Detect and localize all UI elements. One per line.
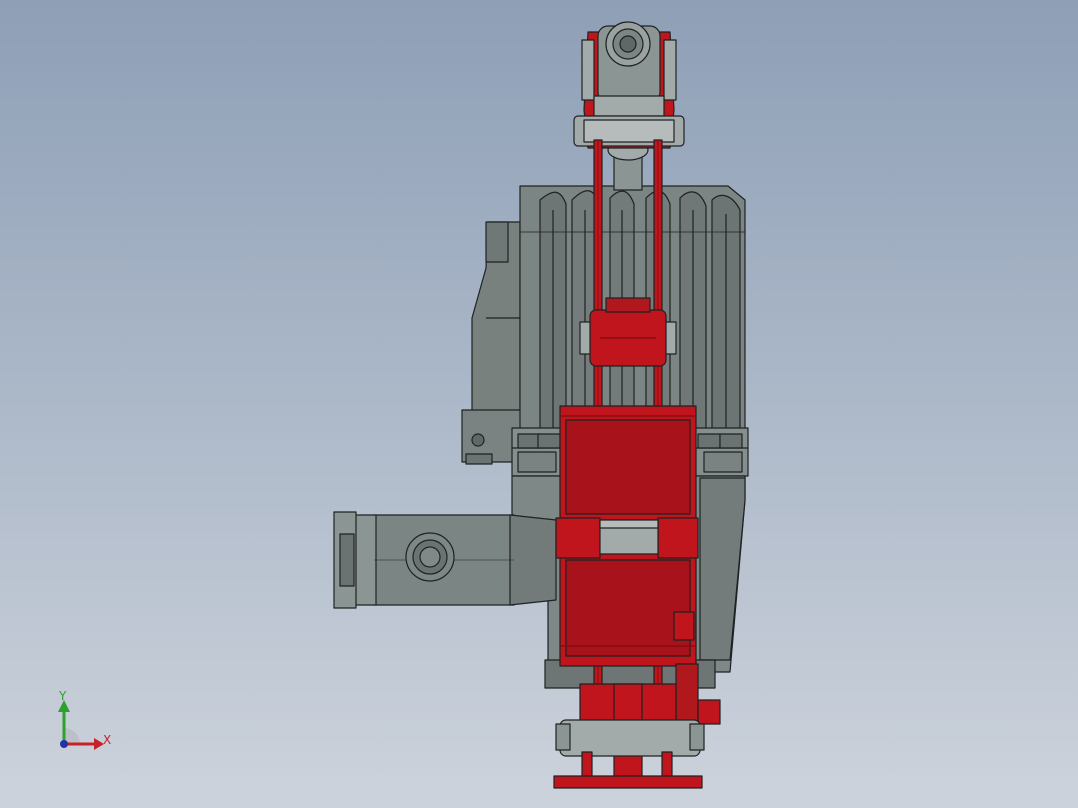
axis-triad [58, 700, 104, 750]
cable-gland-pipe [333, 511, 557, 609]
axis-y-label: Y [59, 689, 67, 703]
brake-thruster-assembly[interactable] [0, 0, 1078, 808]
axis-x-label: X [103, 733, 112, 747]
top-clevis [573, 21, 685, 149]
cad-viewport[interactable]: Y X [0, 0, 1078, 808]
